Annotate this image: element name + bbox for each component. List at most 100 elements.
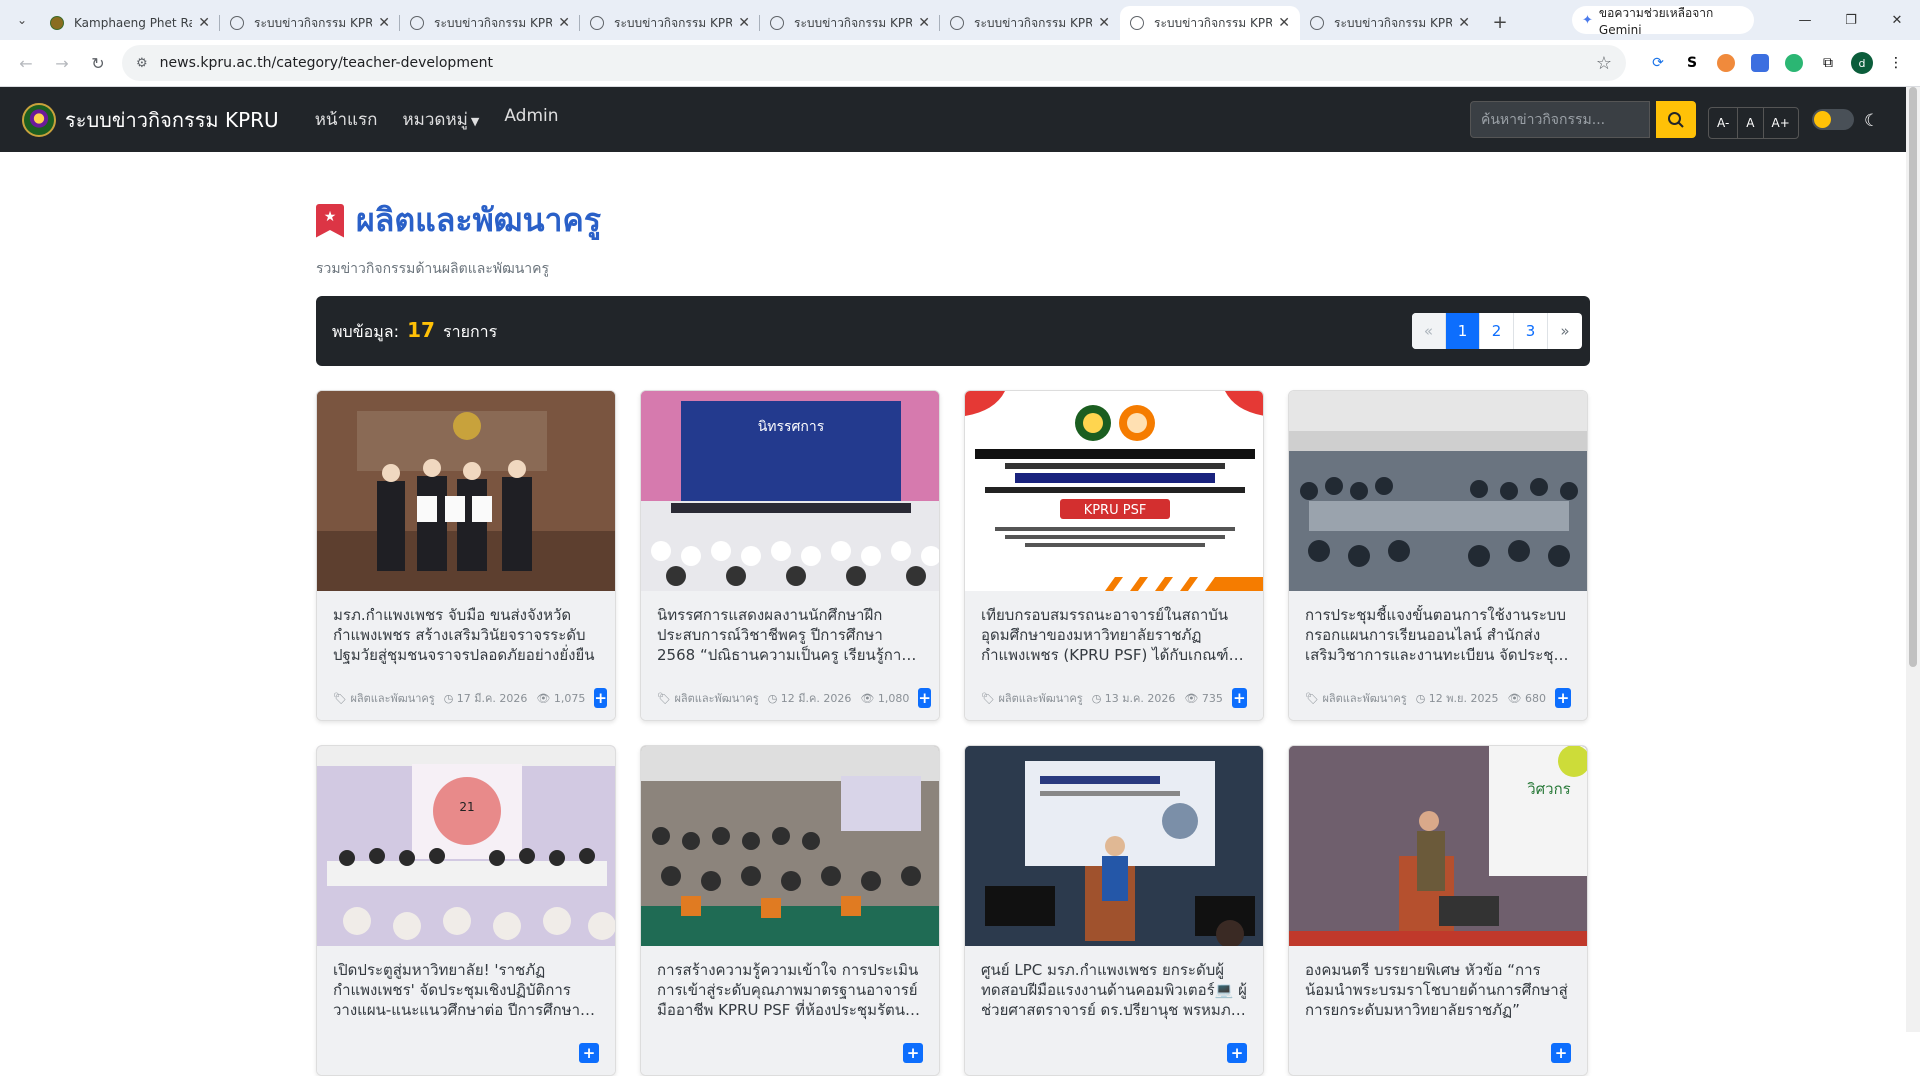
close-window-icon[interactable]: ✕ [1874,0,1920,40]
close-tab-icon[interactable]: ✕ [378,15,390,31]
tab-title: ระบบข่าวกิจกรรม KPRU [614,15,733,30]
gemini-button[interactable]: ✦ ขอความช่วยเหลือจาก Gemini [1572,6,1754,37]
close-tab-icon[interactable]: ✕ [1458,15,1470,31]
browser-tab[interactable]: ระบบข่าวกิจกรรม KPRU ✕ [940,6,1120,40]
close-tab-icon[interactable]: ✕ [918,15,930,31]
search-input[interactable] [1470,101,1650,138]
orange-extension-icon[interactable] [1712,49,1740,77]
pagination-page-1[interactable]: 1 [1446,313,1480,349]
news-image[interactable]: KPRU PSF [965,391,1263,591]
tab-title: ระบบข่าวกิจกรรม KPRU [434,15,553,30]
close-tab-icon[interactable]: ✕ [1278,15,1290,31]
font-normal-button[interactable]: A [1738,108,1764,138]
news-image[interactable]: วิศวกร [1289,746,1587,946]
kebab-menu-icon[interactable]: ⋮ [1882,49,1910,77]
profile-avatar[interactable]: d [1848,49,1876,77]
tab-title: ระบบข่าวกิจกรรม KPRU [794,15,913,30]
bookmark-star-icon[interactable]: ☆ [1596,53,1612,74]
news-card[interactable]: KPRU PSF เทียบกรอบสมรรถนะอาจารย์ในสถาบัน… [964,390,1264,721]
date-label: 13 ม.ค. 2026 [1104,692,1176,705]
browser-tab-active[interactable]: ระบบข่าวกิจกรรม KPRU ✕ [1120,6,1300,40]
browser-tab[interactable]: ระบบข่าวกิจกรรม KPRU ✕ [400,6,580,40]
restore-icon[interactable]: ❐ [1828,0,1874,40]
caret-down-icon: ▼ [470,115,480,128]
close-tab-icon[interactable]: ✕ [1098,15,1110,31]
pagination-prev[interactable]: « [1412,313,1446,349]
pagination-next[interactable]: » [1548,313,1582,349]
page-scrollbar[interactable] [1906,87,1920,1032]
news-image[interactable]: นิทรรศการ [641,391,939,591]
card-title[interactable]: การประชุมชี้แจงขั้นตอนการใช้งานระบบกรอกแ… [1305,605,1571,665]
back-arrow-icon[interactable]: ← [10,47,42,79]
read-more-plus-button[interactable]: + [1551,1043,1571,1063]
news-card[interactable]: มรภ.กำแพงเพชร จับมือ ขนส่งจังหวัดกำแพงเพ… [316,390,616,721]
card-title[interactable]: มรภ.กำแพงเพชร จับมือ ขนส่งจังหวัดกำแพงเพ… [333,605,599,665]
read-more-plus-button[interactable]: + [1231,688,1247,708]
font-larger-button[interactable]: A+ [1764,108,1798,138]
browser-tab[interactable]: ระบบข่าวกิจกรรม KPRU ✕ [220,6,400,40]
card-title[interactable]: องคมนตรี บรรยายพิเศษ หัวข้อ “การน้อมนำพร… [1305,960,1571,1020]
card-title[interactable]: เปิดประตูสู่มหาวิทยาลัย! 'ราชภัฏกำแพงเพช… [333,960,599,1020]
minimize-icon[interactable]: — [1782,0,1828,40]
read-more-plus-button[interactable]: + [1227,1043,1247,1063]
close-tab-icon[interactable]: ✕ [198,15,210,31]
card-title[interactable]: การสร้างความรู้ความเข้าใจ การประเมินการเ… [657,960,923,1020]
nav-categories-dropdown[interactable]: หมวดหมู่ ▼ [402,106,479,133]
blue-extension-icon[interactable] [1746,49,1774,77]
news-card[interactable]: 21 เปิดประตูสู่มหาวิทยาลัย! 'ราชภัฏกำแพง… [316,745,616,1076]
puzzle-extensions-icon[interactable]: ⧉ [1814,49,1842,77]
card-title[interactable]: เทียบกรอบสมรรถนะอาจารย์ในสถาบันอุดมศึกษา… [981,605,1247,665]
card-views: 👁 680 [1507,691,1546,705]
theme-toggle-switch[interactable] [1812,109,1854,130]
read-more-plus-button[interactable]: + [594,688,607,708]
browser-tab[interactable]: ระบบข่าวกิจกรรม KPRU ✕ [1300,6,1480,40]
scrollbar-thumb[interactable] [1909,87,1917,667]
site-info-icon[interactable]: ⚙ [136,56,148,71]
reload-icon[interactable]: ↻ [82,47,114,79]
s-extension-icon[interactable]: S [1678,49,1706,77]
card-title[interactable]: นิทรรศการแสดงผลงานนักศึกษาฝึกประสบการณ์ว… [657,605,923,665]
nav-home-link[interactable]: หน้าแรก [315,106,378,133]
news-image[interactable] [965,746,1263,946]
read-more-plus-button[interactable]: + [918,688,931,708]
card-category: 🏷 ผลิตและพัฒนาครู [657,692,759,705]
read-more-plus-button[interactable]: + [579,1043,599,1063]
news-image[interactable] [317,391,615,591]
card-body: ศูนย์ LPC มรภ.กำแพงเพชร ยกระดับผู้ทดสอบฝ… [965,946,1263,1075]
news-image[interactable] [641,746,939,946]
globe-icon [410,16,424,30]
forward-arrow-icon[interactable]: → [46,47,78,79]
site-brand[interactable]: ระบบข่าวกิจกรรม KPRU [22,102,279,137]
news-card[interactable]: วิศวกร องคมนตรี บรรยายพิเศษ หัวข้อ “การน… [1288,745,1588,1076]
browser-tab[interactable]: ระบบข่าวกิจกรรม KPRU ✕ [760,6,940,40]
new-tab-button[interactable]: + [1486,8,1514,36]
news-card[interactable]: การประชุมชี้แจงขั้นตอนการใช้งานระบบกรอกแ… [1288,390,1588,721]
font-smaller-button[interactable]: A- [1709,108,1739,138]
browser-tab[interactable]: ระบบข่าวกิจกรรม KPRU ✕ [580,6,760,40]
news-image[interactable] [1289,391,1587,591]
news-card[interactable]: ศูนย์ LPC มรภ.กำแพงเพชร ยกระดับผู้ทดสอบฝ… [964,745,1264,1076]
browser-toolbar: ← → ↻ ⚙ news.kpru.ac.th/category/teacher… [0,40,1920,87]
nav-admin-link[interactable]: Admin [504,106,558,133]
browser-tab[interactable]: Kamphaeng Phet Ra ✕ [40,6,220,40]
news-image[interactable]: 21 [317,746,615,946]
pagination-page-2[interactable]: 2 [1480,313,1514,349]
pagination-page-3[interactable]: 3 [1514,313,1548,349]
card-title[interactable]: ศูนย์ LPC มรภ.กำแพงเพชร ยกระดับผู้ทดสอบฝ… [981,960,1247,1020]
green-extension-icon[interactable] [1780,49,1808,77]
read-more-plus-button[interactable]: + [1554,688,1571,708]
card-date: ◷ 13 ม.ค. 2026 [1091,692,1176,705]
news-card[interactable]: การสร้างความรู้ความเข้าใจ การประเมินการเ… [640,745,940,1076]
sync-extension-icon[interactable]: ⟳ [1644,49,1672,77]
pagination: « 1 2 3 » [1412,313,1582,349]
address-bar[interactable]: ⚙ news.kpru.ac.th/category/teacher-devel… [122,45,1626,81]
close-tab-icon[interactable]: ✕ [738,15,750,31]
main-content: ★ ผลิตและพัฒนาครู รวมข่าวกิจกรรมด้านผลิต… [316,195,1590,1076]
close-tab-icon[interactable]: ✕ [558,15,570,31]
card-category: 🏷 ผลิตและพัฒนาครู [981,692,1083,705]
news-card[interactable]: นิทรรศการ นิทรรศการแสดงผลงานนักศึกษาฝึกป… [640,390,940,721]
search-button[interactable] [1656,101,1696,138]
tab-search-icon[interactable]: ⌄ [10,8,34,32]
card-meta: 🏷 ผลิตและพัฒนาครู ◷ 12 พ.ย. 2025 👁 680 + [1305,688,1571,708]
read-more-plus-button[interactable]: + [903,1043,923,1063]
